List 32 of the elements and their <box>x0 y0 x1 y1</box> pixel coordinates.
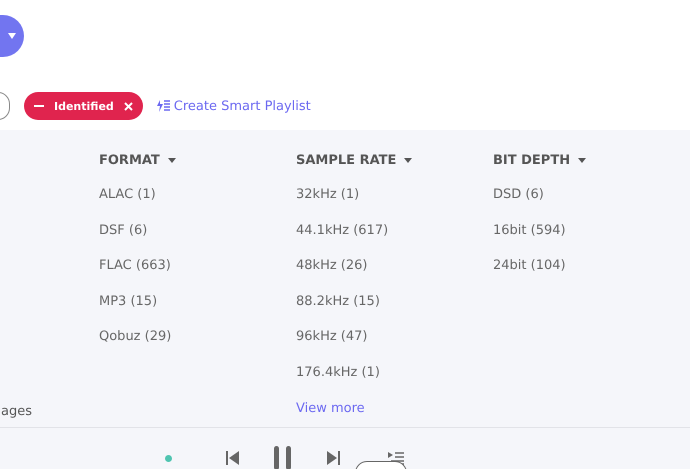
next-button[interactable] <box>326 451 340 465</box>
filter-option[interactable]: 16bit (594) <box>493 222 690 258</box>
create-playlist-link[interactable]: Create Smart Playlist <box>156 98 311 114</box>
caret-icon <box>578 158 586 162</box>
filter-chip[interactable]: Identified <box>24 92 143 120</box>
column-heading[interactable]: FORMAT <box>99 150 296 170</box>
filter-option[interactable]: ALAC (1) <box>99 187 296 223</box>
view-more-link[interactable]: View more <box>296 400 365 416</box>
filter-option[interactable]: 32kHz (1) <box>296 187 493 223</box>
filter-option[interactable]: 24bit (104) <box>493 258 690 294</box>
filter-option[interactable]: MP3 (15) <box>99 294 296 330</box>
filter-option[interactable]: 96kHz (47) <box>296 329 493 365</box>
status-dot <box>165 454 172 462</box>
filter-option[interactable]: DSF (6) <box>99 222 296 258</box>
filter-option[interactable]: FLAC (663) <box>99 258 296 294</box>
filter-option[interactable]: DSD (6) <box>493 187 690 223</box>
filter-option[interactable]: 176.4kHz (1) <box>296 364 493 401</box>
column-heading[interactable]: BIT DEPTH <box>493 150 690 170</box>
caret-icon <box>168 158 176 162</box>
caret-icon <box>404 158 412 162</box>
minus-icon <box>34 105 44 107</box>
sidebar-label: ages <box>0 404 32 419</box>
filter-option[interactable]: 88.2kHz (15) <box>296 294 493 330</box>
smart-list-icon <box>156 100 170 112</box>
close-icon[interactable] <box>124 102 133 110</box>
filter-option[interactable]: 44.1kHz (617) <box>296 222 493 258</box>
pause-button[interactable] <box>274 446 292 469</box>
previous-button[interactable] <box>226 451 240 465</box>
filter-option[interactable]: Qobuz (29) <box>99 329 296 365</box>
column-heading[interactable]: SAMPLE RATE <box>296 150 493 170</box>
filter-option[interactable]: 48kHz (26) <box>296 258 493 294</box>
caret-icon <box>8 33 16 39</box>
